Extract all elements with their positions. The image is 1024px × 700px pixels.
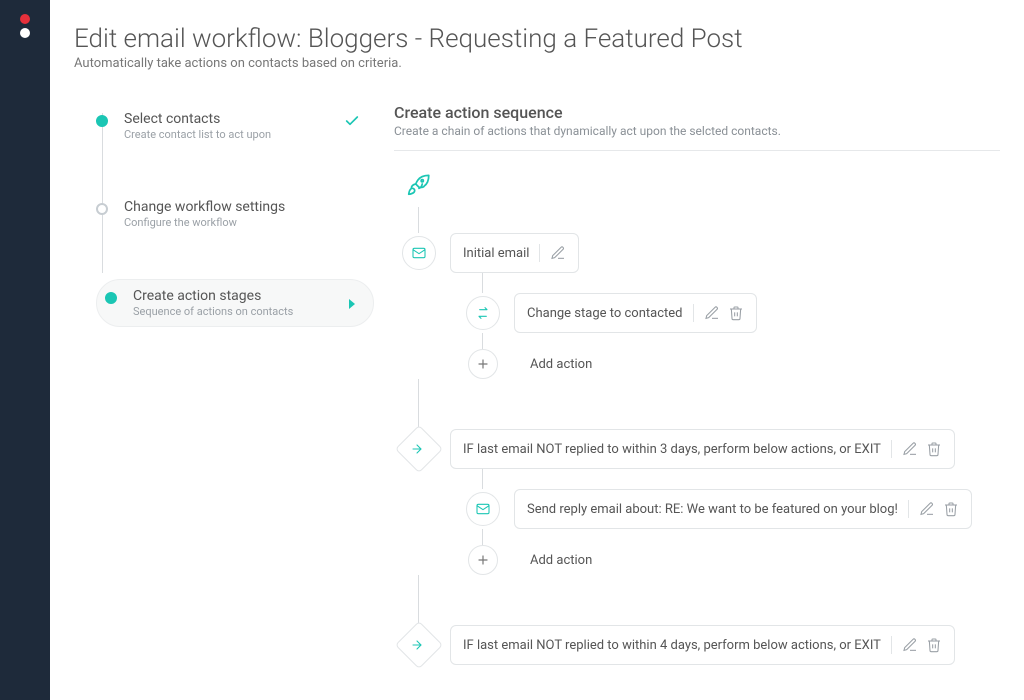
node-label: Send reply email about: RE: We want to b… [527, 502, 898, 517]
step-title: Select contacts [124, 111, 271, 127]
step-title: Change workflow settings [124, 199, 285, 215]
section-title: Create action sequence [394, 103, 1000, 122]
mail-icon [402, 236, 436, 270]
divider [693, 304, 694, 322]
mail-icon [466, 492, 500, 526]
add-action-button[interactable]: Add action [458, 349, 1000, 379]
nav-rail [0, 0, 50, 700]
step-sub: Configure the workflow [124, 216, 285, 229]
edit-icon[interactable] [902, 637, 918, 653]
divider [394, 150, 1000, 151]
divider [908, 500, 909, 518]
step-change-settings[interactable]: Change workflow settings Configure the w… [96, 191, 374, 237]
add-action-label: Add action [530, 553, 592, 568]
wizard-steps: Select contacts Create contact list to a… [74, 103, 374, 665]
nav-dot-2 [20, 28, 30, 38]
trash-icon[interactable] [926, 441, 942, 457]
step-sub: Create contact list to act upon [124, 128, 271, 141]
flow-connector [482, 529, 483, 545]
page-title: Edit email workflow: Bloggers - Requesti… [74, 24, 1000, 54]
swap-icon [466, 296, 500, 330]
rocket-icon [406, 171, 1000, 201]
trash-icon[interactable] [728, 305, 744, 321]
node-send-reply-email[interactable]: Send reply email about: RE: We want to b… [458, 489, 1000, 529]
action-sequence-panel: Create action sequence Create a chain of… [394, 103, 1000, 665]
step-select-contacts[interactable]: Select contacts Create contact list to a… [96, 103, 374, 149]
divider [891, 636, 892, 654]
flow-connector [482, 333, 483, 349]
step-sub: Sequence of actions on contacts [133, 305, 293, 318]
divider [891, 440, 892, 458]
step-marker-pending [96, 203, 108, 215]
flow-connector [482, 273, 483, 293]
check-icon [344, 113, 360, 133]
flow-connector [482, 469, 483, 489]
step-create-action-stages[interactable]: Create action stages Sequence of actions… [96, 279, 374, 327]
node-label: IF last email NOT replied to within 4 da… [463, 638, 881, 653]
edit-icon[interactable] [919, 501, 935, 517]
edit-icon[interactable] [704, 305, 720, 321]
node-label: Change stage to contacted [527, 306, 683, 321]
chevron-right-icon [349, 294, 355, 313]
flow-connector [418, 379, 419, 429]
nav-dot-1 [20, 14, 30, 24]
step-marker-done [96, 115, 108, 127]
step-title: Create action stages [133, 288, 293, 304]
plus-icon [468, 349, 498, 379]
branch-icon [395, 621, 443, 669]
divider [539, 244, 540, 262]
step-marker-active [105, 292, 117, 304]
add-action-label: Add action [530, 357, 592, 372]
section-sub: Create a chain of actions that dynamical… [394, 124, 1000, 138]
add-action-button[interactable]: Add action [458, 545, 1000, 575]
plus-icon [468, 545, 498, 575]
edit-icon[interactable] [902, 441, 918, 457]
node-condition-2[interactable]: IF last email NOT replied to within 4 da… [394, 625, 1000, 665]
edit-icon[interactable] [550, 245, 566, 261]
flow-connector [418, 207, 419, 233]
node-initial-email[interactable]: Initial email [394, 233, 1000, 273]
page-subtitle: Automatically take actions on contacts b… [74, 56, 1000, 71]
node-label: IF last email NOT replied to within 3 da… [463, 442, 881, 457]
node-condition-1[interactable]: IF last email NOT replied to within 3 da… [394, 429, 1000, 469]
node-change-stage[interactable]: Change stage to contacted [458, 293, 1000, 333]
flow-connector [418, 575, 419, 625]
node-label: Initial email [463, 246, 529, 261]
trash-icon[interactable] [943, 501, 959, 517]
branch-icon [395, 425, 443, 473]
trash-icon[interactable] [926, 637, 942, 653]
